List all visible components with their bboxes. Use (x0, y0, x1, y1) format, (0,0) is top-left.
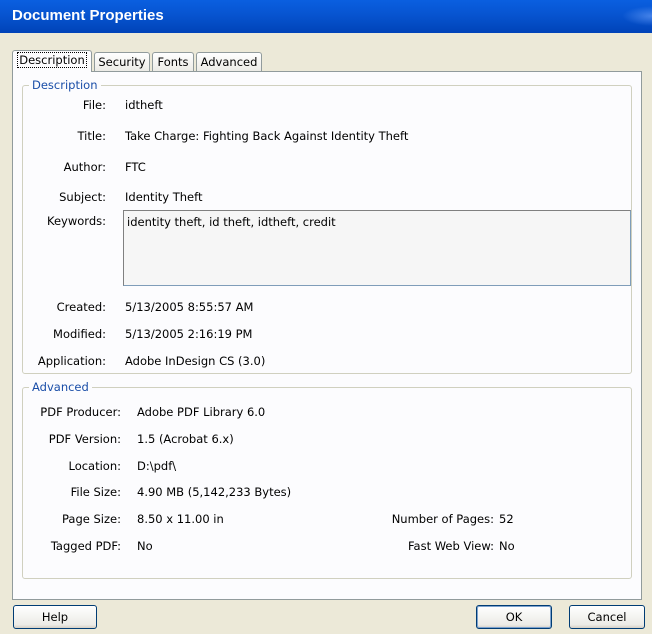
tab-panel: Description File: idtheft Title: Take Ch… (12, 71, 642, 600)
modified-value: 5/13/2005 2:16:19 PM (125, 327, 253, 341)
ok-button[interactable]: OK (476, 605, 552, 629)
application-value: Adobe InDesign CS (3.0) (125, 354, 266, 368)
keywords-label: Keywords: (47, 214, 106, 228)
advanced-legend: Advanced (29, 380, 92, 394)
description-legend: Description (29, 78, 101, 92)
advanced-group: Advanced PDF Producer: Adobe PDF Library… (22, 380, 632, 579)
cancel-button[interactable]: Cancel (569, 605, 645, 629)
file-value: idtheft (125, 98, 163, 112)
fast-web-view-value: No (499, 539, 515, 553)
page-size-label: Page Size: (62, 512, 121, 526)
title-label: Title: (77, 129, 106, 143)
number-of-pages-value: 52 (499, 512, 514, 526)
tab-description[interactable]: Description (12, 50, 92, 72)
help-button[interactable]: Help (13, 605, 97, 629)
number-of-pages-label: Number of Pages: (391, 512, 494, 526)
created-label: Created: (56, 300, 106, 314)
dialog-body: Description Security Fonts Advanced Desc… (4, 33, 648, 634)
location-label: Location: (68, 459, 121, 473)
keywords-value: identity theft, id theft, idtheft, credi… (127, 215, 336, 229)
file-label: File: (82, 98, 106, 112)
application-label: Application: (37, 354, 106, 368)
page-size-value: 8.50 x 11.00 in (137, 512, 224, 526)
subject-value: Identity Theft (125, 190, 203, 204)
location-value: D:\pdf\ (137, 459, 177, 473)
window-title: Document Properties (12, 7, 164, 24)
subject-label: Subject: (59, 190, 106, 204)
file-size-label: File Size: (70, 485, 121, 499)
title-bar[interactable]: Document Properties (0, 0, 652, 33)
tagged-pdf-value: No (137, 539, 153, 553)
author-label: Author: (63, 160, 106, 174)
title-value: Take Charge: Fighting Back Against Ident… (125, 129, 409, 143)
tab-fonts[interactable]: Fonts (152, 52, 194, 71)
pdf-version-label: PDF Version: (48, 432, 121, 446)
tagged-pdf-label: Tagged PDF: (50, 539, 121, 553)
author-value: FTC (125, 160, 146, 174)
fast-web-view-label: Fast Web View: (407, 539, 494, 553)
tab-advanced[interactable]: Advanced (196, 52, 262, 71)
modified-label: Modified: (53, 327, 106, 341)
pdf-producer-value: Adobe PDF Library 6.0 (137, 405, 266, 419)
created-value: 5/13/2005 8:55:57 AM (125, 300, 254, 314)
pdf-version-value: 1.5 (Acrobat 6.x) (137, 432, 234, 446)
keywords-field[interactable]: identity theft, id theft, idtheft, credi… (123, 210, 631, 286)
tab-security[interactable]: Security (94, 52, 150, 71)
description-group: Description File: idtheft Title: Take Ch… (22, 78, 632, 374)
pdf-producer-label: PDF Producer: (40, 405, 121, 419)
file-size-value: 4.90 MB (5,142,233 Bytes) (137, 485, 292, 499)
titlebar-decoration (622, 6, 652, 26)
